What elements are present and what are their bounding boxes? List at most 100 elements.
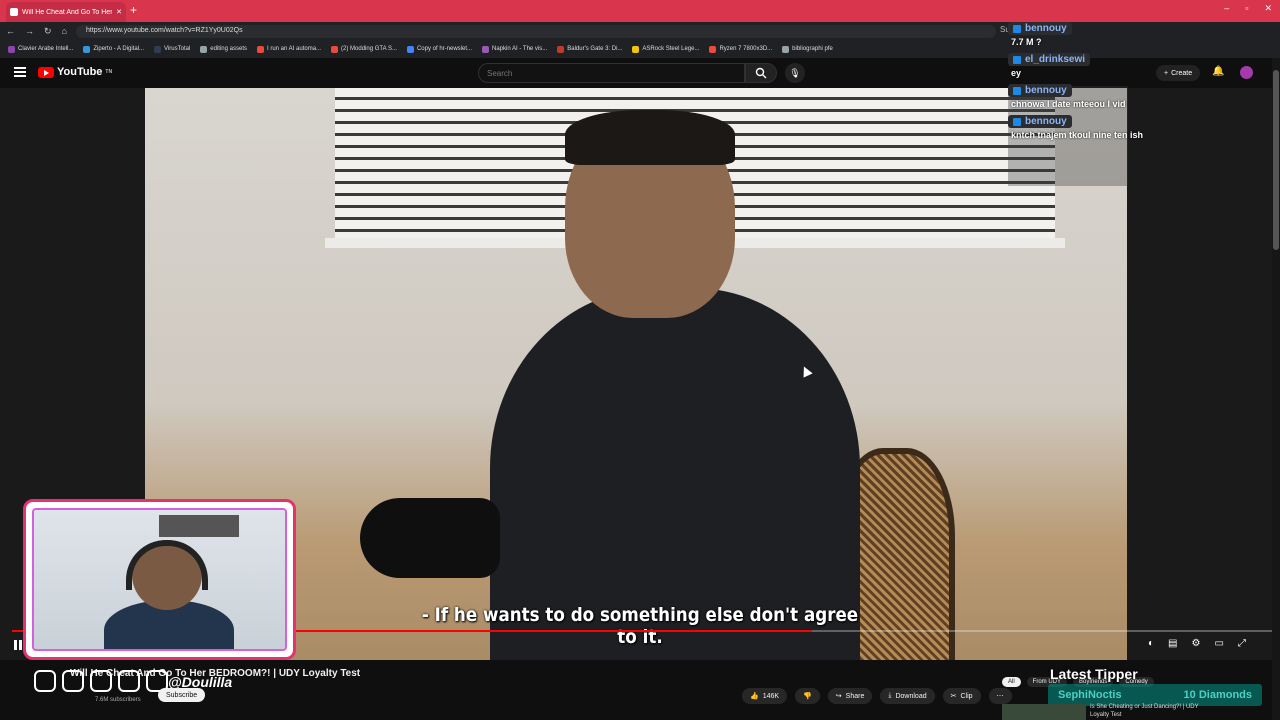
bookmark-label: VirusTotal — [164, 46, 191, 52]
dislike-button[interactable]: 👎 — [795, 688, 820, 704]
chat-message: 7.7 M ? — [1011, 37, 1042, 47]
minimize-icon[interactable]: – — [1224, 3, 1229, 14]
bookmark-favicon-icon — [632, 45, 640, 53]
search-icon — [755, 67, 767, 79]
chat-username: bennouy — [1008, 84, 1072, 97]
chat-badge-icon — [1013, 117, 1021, 126]
clip-label: Clip — [960, 692, 973, 700]
chip-all[interactable]: All — [1002, 677, 1021, 687]
chat-user-name: bennouy — [1025, 23, 1067, 34]
chat-badge-icon — [1013, 86, 1021, 95]
bookmark-item[interactable]: Ryzen 7 7800x3D... — [709, 45, 773, 53]
reload-icon[interactable]: ↻ — [44, 26, 52, 37]
tiktok-icon — [62, 670, 84, 692]
bookmark-item[interactable]: Napkin AI - The vis... — [482, 45, 548, 53]
chat-username: bennouy — [1008, 115, 1072, 128]
chat-username: el_drinksewi — [1008, 53, 1091, 66]
thumbs-up-icon: 👍 — [750, 693, 759, 700]
tab-close-icon[interactable]: ✕ — [116, 8, 122, 16]
tipper-amount: 10 Diamonds — [1183, 689, 1252, 701]
settings-gear-icon[interactable]: ⚙ — [1192, 638, 1201, 649]
bookmark-label: Ryzen 7 7800x3D... — [719, 46, 773, 52]
url-field[interactable]: https://www.youtube.com/watch?v=RZ1Yy0U0… — [76, 25, 996, 38]
thumbs-down-icon: 👎 — [803, 693, 812, 700]
headset — [126, 540, 208, 590]
latest-tipper-label: Latest Tipper — [1050, 666, 1138, 682]
hamburger-menu-icon[interactable] — [14, 67, 26, 77]
recommendation-thumbnail[interactable] — [1002, 704, 1086, 720]
bookmark-favicon-icon — [782, 45, 790, 53]
bookmark-favicon-icon — [406, 45, 414, 53]
social-icons — [34, 670, 168, 692]
subscribe-button[interactable]: Subscribe — [158, 688, 206, 702]
wall-poster — [159, 515, 239, 537]
window-controls: – ▫ ✕ — [1224, 3, 1272, 14]
bookmark-favicon-icon — [331, 45, 339, 53]
camera-object — [360, 498, 500, 578]
home-icon[interactable]: ⌂ — [62, 26, 67, 36]
subscriber-count: 7.6M subscribers — [95, 697, 141, 703]
pause-icon[interactable] — [13, 640, 23, 650]
bookmark-item[interactable]: Ziperto - A Digital... — [83, 45, 144, 53]
tipper-name: SephiNoctis — [1058, 689, 1122, 701]
scissors-icon: ✂ — [950, 693, 957, 700]
chat-username: bennouy — [1008, 22, 1072, 35]
bookmark-label: Baldur's Gate 3: Di... — [567, 46, 623, 52]
mic-icon[interactable]: 🎙 — [785, 63, 805, 83]
bookmark-label: (2) Modding GTA S... — [341, 46, 397, 52]
close-window-icon[interactable]: ✕ — [1264, 3, 1272, 14]
bookmark-favicon-icon — [709, 45, 717, 53]
bookmark-label: Napkin AI - The vis... — [492, 46, 548, 52]
bookmark-item[interactable]: Clavier Arabe Intell... — [8, 45, 73, 53]
forward-icon[interactable]: → — [25, 26, 34, 36]
browser-tab[interactable]: Will He Cheat And Go To Her ✕ — [6, 2, 126, 22]
bookmark-item[interactable]: Baldur's Gate 3: Di... — [557, 45, 623, 53]
scrollbar-thumb[interactable] — [1273, 70, 1279, 250]
autoplay-toggle-icon[interactable]: ◐ — [1148, 638, 1154, 649]
new-tab-button[interactable]: + — [130, 3, 137, 17]
like-button[interactable]: 👍 146K — [742, 688, 788, 704]
bookmark-item[interactable]: editing assets — [200, 45, 247, 53]
download-label: Download — [895, 692, 927, 700]
bookmark-favicon-icon — [154, 45, 162, 53]
instagram-icon — [34, 670, 56, 692]
search-input[interactable] — [478, 63, 745, 83]
chat-badge-icon — [1013, 24, 1021, 33]
share-icon: ↪ — [835, 693, 842, 700]
youtube-logo-text: YouTube — [57, 66, 103, 78]
bookmark-favicon-icon — [482, 45, 489, 53]
chat-user-name: bennouy — [1025, 116, 1067, 127]
back-icon[interactable]: ← — [6, 26, 15, 36]
bookmark-favicon-icon — [83, 45, 91, 53]
bookmark-label: I run an AI automa... — [267, 46, 322, 52]
chat-message: chnowa l date mteeou l vid — [1011, 99, 1126, 109]
bookmark-item[interactable]: (2) Modding GTA S... — [331, 45, 397, 53]
youtube-social-icon — [118, 670, 140, 692]
share-label: Share — [845, 692, 865, 700]
like-count: 146K — [762, 692, 780, 700]
clip-button[interactable]: ✂ Clip — [942, 688, 981, 704]
chat-user-name: bennouy — [1025, 85, 1067, 96]
maximize-icon[interactable]: ▫ — [1245, 3, 1248, 14]
tab-title: Will He Cheat And Go To Her — [22, 8, 113, 16]
bookmark-favicon-icon — [8, 45, 15, 53]
recommendation-title[interactable]: Is She Cheating or Just Dancing?! | UDY … — [1090, 703, 1200, 719]
fullscreen-icon[interactable]: ⤢ — [1238, 638, 1246, 649]
bookmark-item[interactable]: Copy of hr-newslet... — [406, 45, 472, 53]
bookmark-item[interactable]: VirusTotal — [154, 45, 191, 53]
bookmark-item[interactable]: ASRock Steel Lege... — [632, 45, 700, 53]
bookmark-item[interactable]: I run an AI automa... — [257, 45, 322, 53]
share-button[interactable]: ↪ Share — [827, 688, 873, 704]
search-button[interactable] — [745, 63, 777, 83]
video-subtitle: - If he wants to do something else don't… — [421, 604, 859, 648]
youtube-logo[interactable]: YouTube TN — [38, 66, 112, 78]
tab-favicon-icon — [10, 8, 18, 16]
bookmark-label: ASRock Steel Lege... — [642, 46, 700, 52]
more-actions-button[interactable]: ⋯ — [988, 688, 1012, 704]
chat-user-name: el_drinksewi — [1025, 54, 1086, 65]
miniplayer-icon[interactable]: ▭ — [1214, 638, 1223, 649]
captions-icon[interactable]: ▤ — [1168, 638, 1177, 649]
download-button[interactable]: ⤓ Download — [880, 688, 935, 704]
browser-tab-bar — [0, 0, 1280, 22]
bookmark-item[interactable]: bibliographi pfe — [782, 45, 833, 53]
